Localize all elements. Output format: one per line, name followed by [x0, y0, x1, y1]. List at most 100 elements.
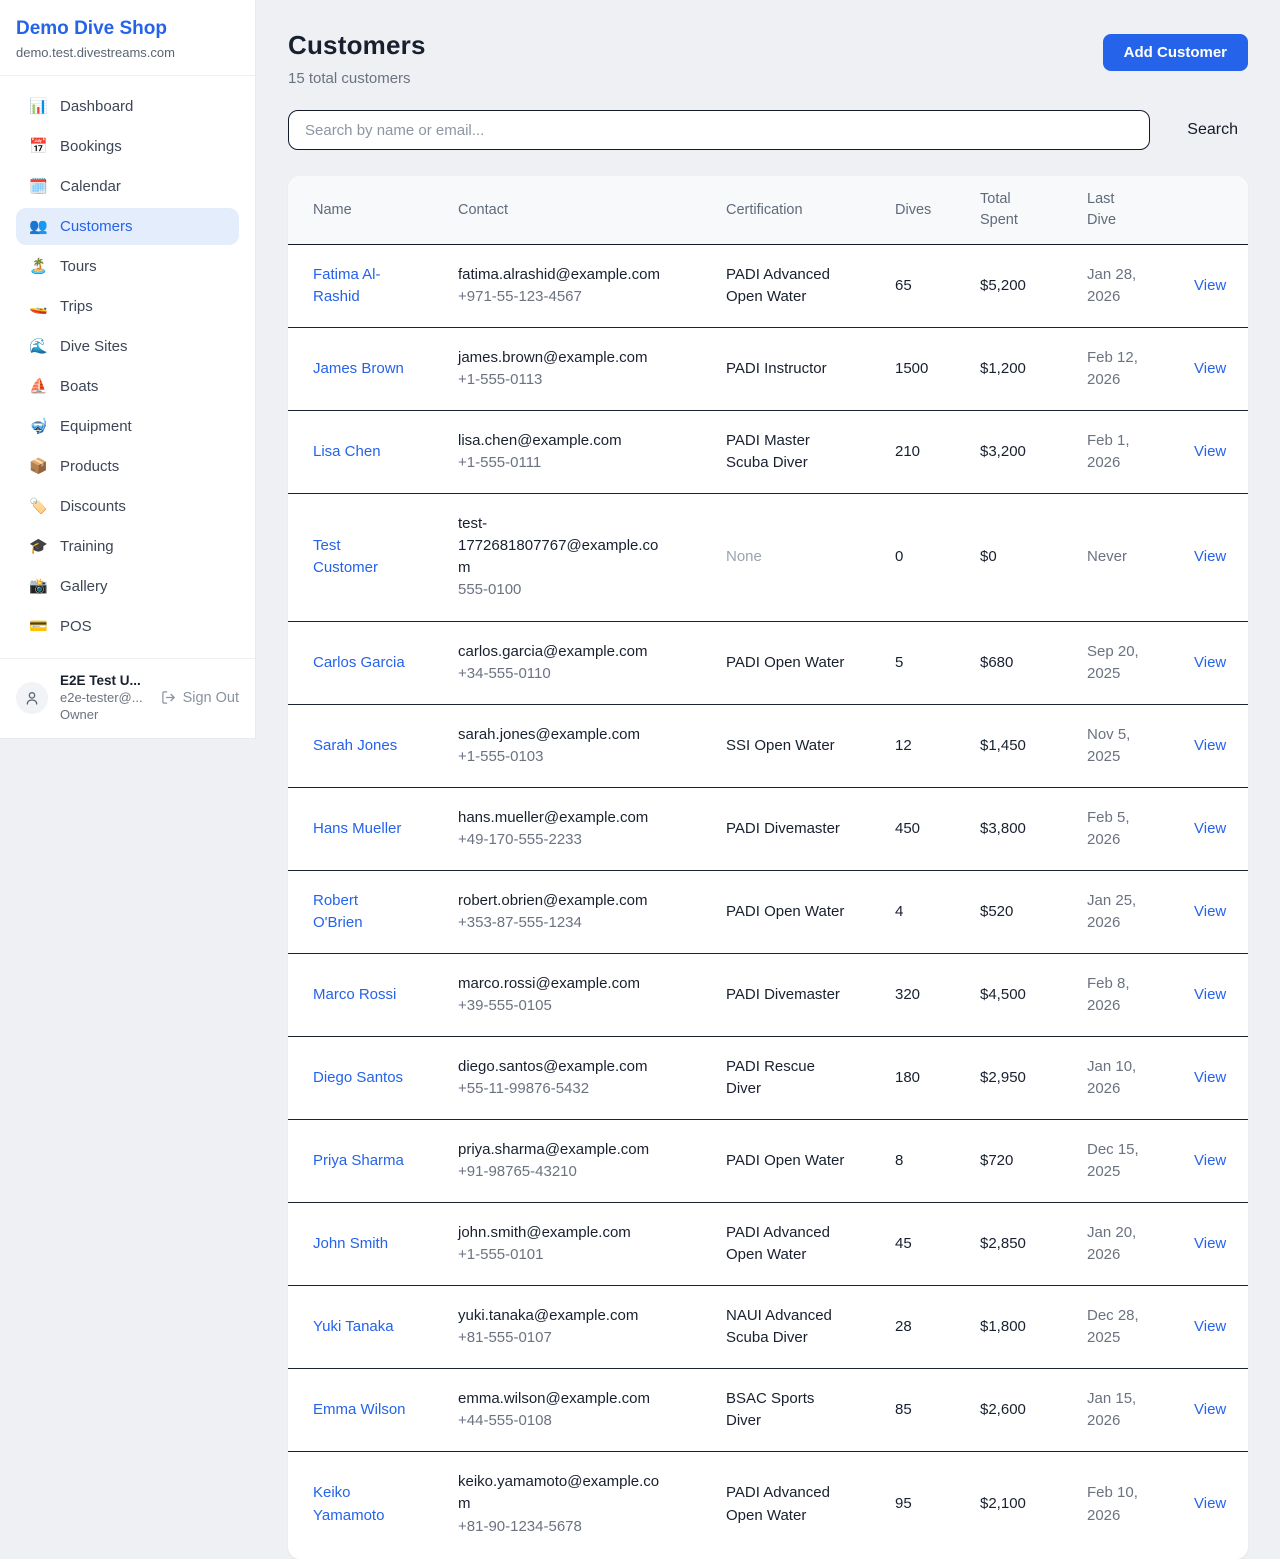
- customer-certification: BSAC Sports Diver: [726, 1369, 895, 1452]
- customer-last-dive: Sep 20, 2025: [1087, 621, 1194, 704]
- sidebar-item-products[interactable]: 📦 Products: [16, 448, 239, 485]
- customer-phone: +49-170-555-2233: [458, 829, 666, 851]
- customer-name-link[interactable]: Keiko Yamamoto: [313, 1482, 408, 1526]
- customer-name-link[interactable]: Hans Mueller: [313, 818, 401, 840]
- customer-name-link[interactable]: Marco Rossi: [313, 984, 396, 1006]
- customer-total-spent: $2,950: [980, 1036, 1087, 1119]
- sidebar: Demo Dive Shop demo.test.divestreams.com…: [0, 0, 256, 739]
- sidebar-item-equipment[interactable]: 🤿 Equipment: [16, 408, 239, 445]
- table-row: Lisa Chen lisa.chen@example.com +1-555-0…: [288, 411, 1248, 494]
- sign-out-button[interactable]: Sign Out: [161, 690, 239, 706]
- customer-name-link[interactable]: Lisa Chen: [313, 441, 381, 463]
- customer-last-dive: Jan 20, 2026: [1087, 1203, 1194, 1286]
- page-header: Customers 15 total customers Add Custome…: [288, 30, 1248, 87]
- diving-mask-icon: 🤿: [29, 419, 47, 434]
- sidebar-item-bookings[interactable]: 📅 Bookings: [16, 128, 239, 165]
- customer-name-link[interactable]: John Smith: [313, 1233, 388, 1255]
- customer-dives: 180: [895, 1036, 980, 1119]
- sidebar-item-trips[interactable]: 🚤 Trips: [16, 288, 239, 325]
- people-icon: 👥: [29, 219, 47, 234]
- sidebar-item-discounts[interactable]: 🏷️ Discounts: [16, 488, 239, 525]
- sidebar-item-calendar[interactable]: 🗓️ Calendar: [16, 168, 239, 205]
- customer-name-link[interactable]: James Brown: [313, 358, 404, 380]
- view-customer-link[interactable]: View: [1194, 1401, 1226, 1418]
- view-customer-link[interactable]: View: [1194, 1318, 1226, 1335]
- customer-dives: 28: [895, 1286, 980, 1369]
- customer-last-dive: Feb 10, 2026: [1087, 1452, 1194, 1557]
- bar-chart-icon: 📊: [29, 99, 47, 114]
- customers-table-card: NameContactCertificationDivesTotal Spent…: [288, 176, 1248, 1559]
- view-customer-link[interactable]: View: [1194, 548, 1226, 565]
- table-row: Yuki Tanaka yuki.tanaka@example.com +81-…: [288, 1286, 1248, 1369]
- sidebar-item-customers[interactable]: 👥 Customers: [16, 208, 239, 245]
- sidebar-item-gallery[interactable]: 📸 Gallery: [16, 568, 239, 605]
- view-customer-link[interactable]: View: [1194, 443, 1226, 460]
- customer-certification: PADI Advanced Open Water: [726, 245, 895, 328]
- sidebar-item-tours[interactable]: 🏝️ Tours: [16, 248, 239, 285]
- customer-name-link[interactable]: Yuki Tanaka: [313, 1316, 394, 1338]
- view-customer-link[interactable]: View: [1194, 1152, 1226, 1169]
- customer-dives: 0: [895, 494, 980, 621]
- customer-email: test-1772681807767@example.com: [458, 513, 666, 579]
- brand-title: Demo Dive Shop: [16, 18, 239, 40]
- search-button[interactable]: Search: [1177, 115, 1248, 145]
- view-customer-link[interactable]: View: [1194, 1495, 1226, 1512]
- view-customer-link[interactable]: View: [1194, 737, 1226, 754]
- customer-total-spent: $520: [980, 870, 1087, 953]
- customer-certification: PADI Divemaster: [726, 787, 895, 870]
- customer-certification: SSI Open Water: [726, 704, 895, 787]
- view-customer-link[interactable]: View: [1194, 820, 1226, 837]
- customer-total-spent: $1,450: [980, 704, 1087, 787]
- customer-phone: +353-87-555-1234: [458, 912, 666, 934]
- customer-total-spent: $1,800: [980, 1286, 1087, 1369]
- customer-dives: 85: [895, 1369, 980, 1452]
- page-title: Customers: [288, 30, 426, 61]
- add-customer-button[interactable]: Add Customer: [1103, 34, 1248, 71]
- customer-name-link[interactable]: Emma Wilson: [313, 1399, 406, 1421]
- sidebar-item-dashboard[interactable]: 📊 Dashboard: [16, 88, 239, 125]
- customer-total-spent: $2,850: [980, 1203, 1087, 1286]
- customer-email: keiko.yamamoto@example.com: [458, 1471, 666, 1515]
- view-customer-link[interactable]: View: [1194, 986, 1226, 1003]
- view-customer-link[interactable]: View: [1194, 1069, 1226, 1086]
- user-box: E2E Test U... e2e-tester@... Owner Sign …: [0, 658, 255, 738]
- customer-phone: 555-0100: [458, 579, 666, 601]
- sidebar-item-dive-sites[interactable]: 🌊 Dive Sites: [16, 328, 239, 365]
- customer-dives: 1500: [895, 328, 980, 411]
- page-header-text: Customers 15 total customers: [288, 30, 426, 87]
- search-input[interactable]: [288, 110, 1150, 150]
- customer-phone: +1-555-0113: [458, 369, 666, 391]
- sidebar-item-pos[interactable]: 💳 POS: [16, 608, 239, 645]
- person-icon: [24, 690, 40, 706]
- view-customer-link[interactable]: View: [1194, 654, 1226, 671]
- customer-email: lisa.chen@example.com: [458, 430, 666, 452]
- view-customer-link[interactable]: View: [1194, 903, 1226, 920]
- customer-last-dive: Feb 12, 2026: [1087, 328, 1194, 411]
- calendar-icon: 📅: [29, 139, 47, 154]
- table-row: Test Customer test-1772681807767@example…: [288, 494, 1248, 621]
- customer-phone: +91-98765-43210: [458, 1161, 666, 1183]
- customer-name-link[interactable]: Carlos Garcia: [313, 652, 405, 674]
- customer-name-link[interactable]: Diego Santos: [313, 1067, 403, 1089]
- brand-block: Demo Dive Shop demo.test.divestreams.com: [0, 0, 255, 76]
- customer-total-spent: $3,800: [980, 787, 1087, 870]
- sidebar-item-training[interactable]: 🎓 Training: [16, 528, 239, 565]
- customer-certification: PADI Open Water: [726, 1120, 895, 1203]
- customer-name-link[interactable]: Test Customer: [313, 535, 408, 579]
- customer-last-dive: Never: [1087, 494, 1194, 621]
- customer-dives: 5: [895, 621, 980, 704]
- customer-name-link[interactable]: Sarah Jones: [313, 735, 397, 757]
- column-header-dives: Dives: [895, 176, 980, 245]
- customer-last-dive: Nov 5, 2025: [1087, 704, 1194, 787]
- view-customer-link[interactable]: View: [1194, 360, 1226, 377]
- sidebar-item-boats[interactable]: ⛵ Boats: [16, 368, 239, 405]
- customer-email: robert.obrien@example.com: [458, 890, 666, 912]
- customer-certification: NAUI Advanced Scuba Diver: [726, 1286, 895, 1369]
- view-customer-link[interactable]: View: [1194, 1235, 1226, 1252]
- view-customer-link[interactable]: View: [1194, 277, 1226, 294]
- customer-name-link[interactable]: Fatima Al-Rashid: [313, 264, 408, 308]
- customer-dives: 65: [895, 245, 980, 328]
- user-meta: E2E Test U... e2e-tester@... Owner: [60, 673, 149, 722]
- customer-name-link[interactable]: Robert O'Brien: [313, 890, 408, 934]
- customer-name-link[interactable]: Priya Sharma: [313, 1150, 404, 1172]
